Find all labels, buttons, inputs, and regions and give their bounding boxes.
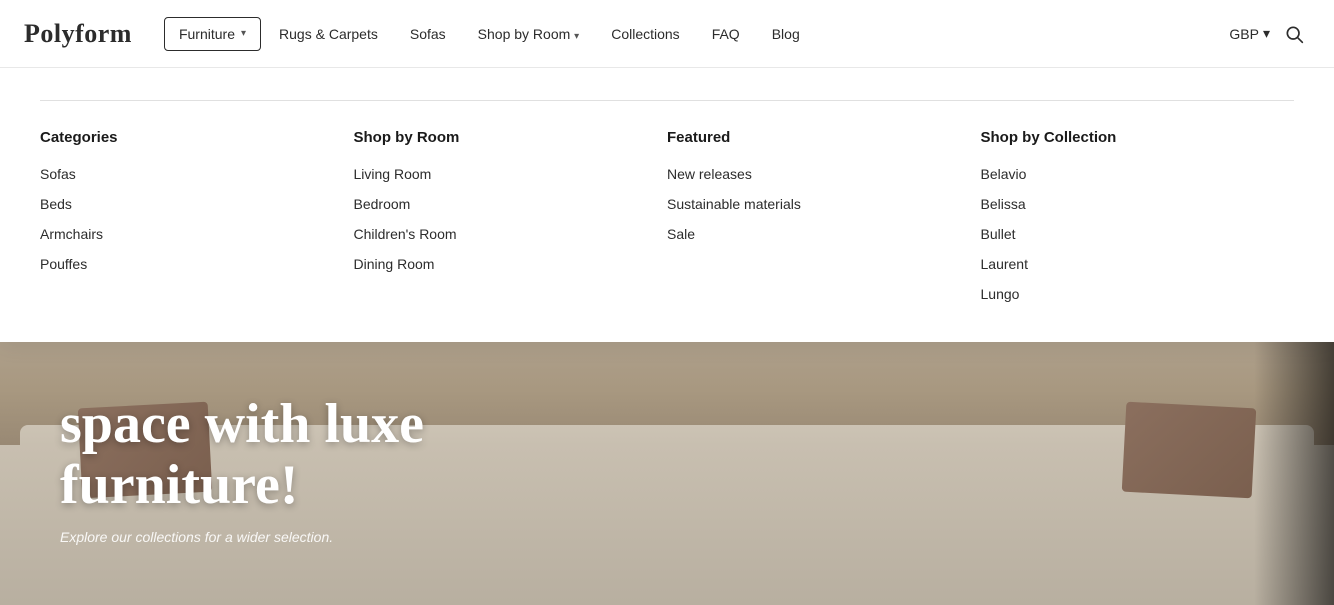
- currency-selector[interactable]: GBP ▾: [1229, 25, 1270, 42]
- currency-label: GBP: [1229, 26, 1259, 42]
- featured-header: Featured: [667, 129, 981, 146]
- nav-label-furniture: Furniture: [179, 26, 235, 42]
- featured-list: New releases Sustainable materials Sale: [667, 166, 981, 242]
- chevron-down-icon-currency: ▾: [1263, 25, 1270, 42]
- room-item-living[interactable]: Living Room: [354, 166, 668, 182]
- collections-list: Belavio Belissa Bullet Laurent Lungo: [981, 166, 1295, 302]
- dropdown-menu: Categories Sofas Beds Armchairs Pouffes …: [0, 68, 1334, 342]
- nav-right: GBP ▾: [1229, 18, 1310, 50]
- nav-item-shop-by-room[interactable]: Shop by Room ▾: [464, 18, 594, 50]
- search-button[interactable]: [1278, 18, 1310, 50]
- dropdown-col-collections: Shop by Collection Belavio Belissa Bulle…: [981, 129, 1295, 302]
- category-item-armchairs[interactable]: Armchairs: [40, 226, 354, 242]
- dropdown-divider: [40, 100, 1294, 101]
- collection-item-belissa[interactable]: Belissa: [981, 196, 1295, 212]
- nav-item-sofas[interactable]: Sofas: [396, 18, 460, 50]
- dropdown-col-featured: Featured New releases Sustainable materi…: [667, 129, 981, 302]
- chevron-down-icon: ▾: [241, 28, 246, 39]
- nav-label-faq: FAQ: [712, 26, 740, 42]
- dropdown-col-categories: Categories Sofas Beds Armchairs Pouffes: [40, 129, 354, 302]
- featured-item-sale[interactable]: Sale: [667, 226, 981, 242]
- hero-headline-line2: furniture!: [60, 454, 299, 516]
- hero-text-block: space with luxe furniture! Explore our c…: [60, 394, 424, 545]
- nav-item-furniture[interactable]: Furniture ▾: [164, 17, 261, 51]
- search-icon: [1284, 24, 1304, 44]
- nav-item-faq[interactable]: FAQ: [698, 18, 754, 50]
- categories-list: Sofas Beds Armchairs Pouffes: [40, 166, 354, 272]
- category-item-sofas[interactable]: Sofas: [40, 166, 354, 182]
- room-item-children[interactable]: Children's Room: [354, 226, 668, 242]
- hero-subtext: Explore our collections for a wider sele…: [60, 529, 424, 545]
- nav-label-collections: Collections: [611, 26, 679, 42]
- category-item-pouffes[interactable]: Pouffes: [40, 256, 354, 272]
- navbar: Polyform Furniture ▾ Rugs & Carpets Sofa…: [0, 0, 1334, 68]
- category-item-beds[interactable]: Beds: [40, 196, 354, 212]
- dropdown-col-shop-by-room: Shop by Room Living Room Bedroom Childre…: [354, 129, 668, 302]
- collection-item-belavio[interactable]: Belavio: [981, 166, 1295, 182]
- nav-item-rugs[interactable]: Rugs & Carpets: [265, 18, 392, 50]
- room-item-dining[interactable]: Dining Room: [354, 256, 668, 272]
- nav-label-rugs: Rugs & Carpets: [279, 26, 378, 42]
- shop-by-room-header: Shop by Room: [354, 129, 668, 146]
- collections-header: Shop by Collection: [981, 129, 1295, 146]
- hero-headline: space with luxe furniture!: [60, 394, 424, 517]
- chevron-down-icon-2: ▾: [574, 31, 579, 42]
- featured-item-new-releases[interactable]: New releases: [667, 166, 981, 182]
- nav-item-collections[interactable]: Collections: [597, 18, 693, 50]
- dropdown-columns: Categories Sofas Beds Armchairs Pouffes …: [40, 129, 1294, 302]
- brand-logo[interactable]: Polyform: [24, 19, 132, 49]
- categories-header: Categories: [40, 129, 354, 146]
- collection-item-lungo[interactable]: Lungo: [981, 286, 1295, 302]
- nav-item-blog[interactable]: Blog: [758, 18, 814, 50]
- nav-label-shop-by-room: Shop by Room: [478, 26, 571, 42]
- collection-item-laurent[interactable]: Laurent: [981, 256, 1295, 272]
- nav-label-blog: Blog: [772, 26, 800, 42]
- room-item-bedroom[interactable]: Bedroom: [354, 196, 668, 212]
- collection-item-bullet[interactable]: Bullet: [981, 226, 1295, 242]
- featured-item-sustainable[interactable]: Sustainable materials: [667, 196, 981, 212]
- nav-items: Furniture ▾ Rugs & Carpets Sofas Shop by…: [164, 17, 1229, 51]
- nav-label-sofas: Sofas: [410, 26, 446, 42]
- shop-by-room-list: Living Room Bedroom Children's Room Dini…: [354, 166, 668, 272]
- cushion-right: [1122, 402, 1257, 499]
- hero-headline-line1: space with luxe: [60, 393, 424, 455]
